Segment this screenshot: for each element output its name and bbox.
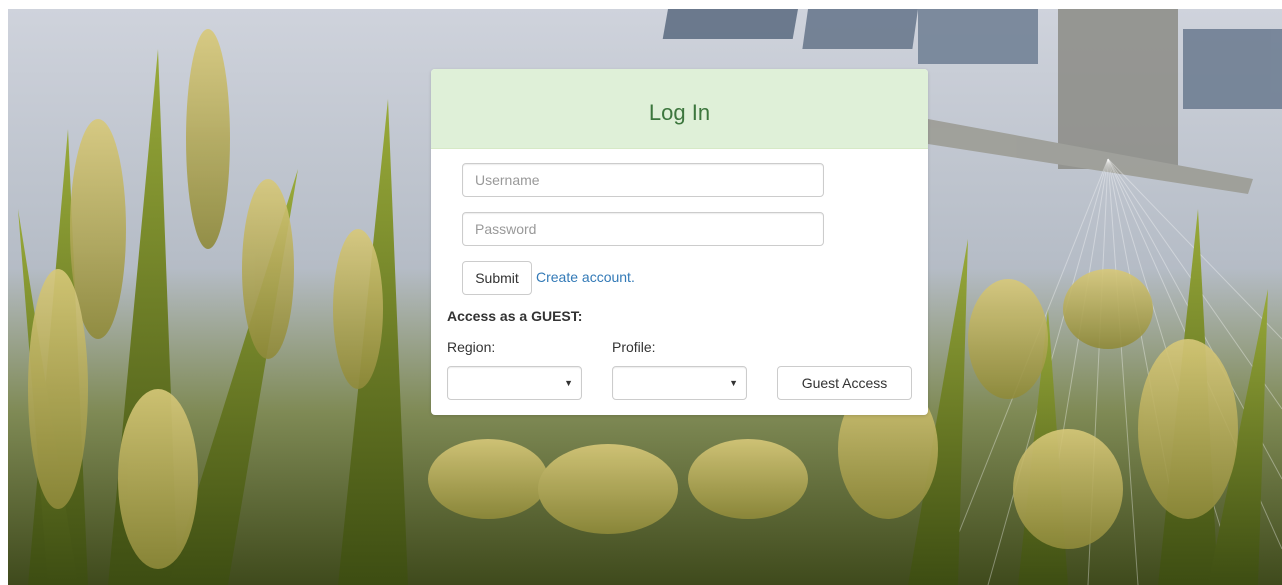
- chevron-down-icon: ▼: [729, 378, 738, 388]
- login-panel-header: Log In: [431, 69, 928, 149]
- profile-label: Profile:: [612, 339, 656, 355]
- region-label: Region:: [447, 339, 496, 355]
- login-panel: Log In Submit Create account. Access as …: [431, 69, 928, 415]
- profile-select[interactable]: ▼: [612, 366, 747, 400]
- login-title: Log In: [648, 99, 711, 125]
- username-input[interactable]: [462, 163, 824, 197]
- chevron-down-icon: ▼: [564, 378, 573, 388]
- create-account-link[interactable]: Create account.: [536, 269, 635, 285]
- password-input[interactable]: [462, 212, 824, 246]
- region-select[interactable]: ▼: [447, 366, 582, 400]
- guest-access-heading: Access as a GUEST:: [447, 308, 583, 324]
- guest-access-button[interactable]: Guest Access: [777, 366, 912, 400]
- submit-button[interactable]: Submit: [462, 261, 532, 295]
- page: Log In Submit Create account. Access as …: [0, 0, 1282, 585]
